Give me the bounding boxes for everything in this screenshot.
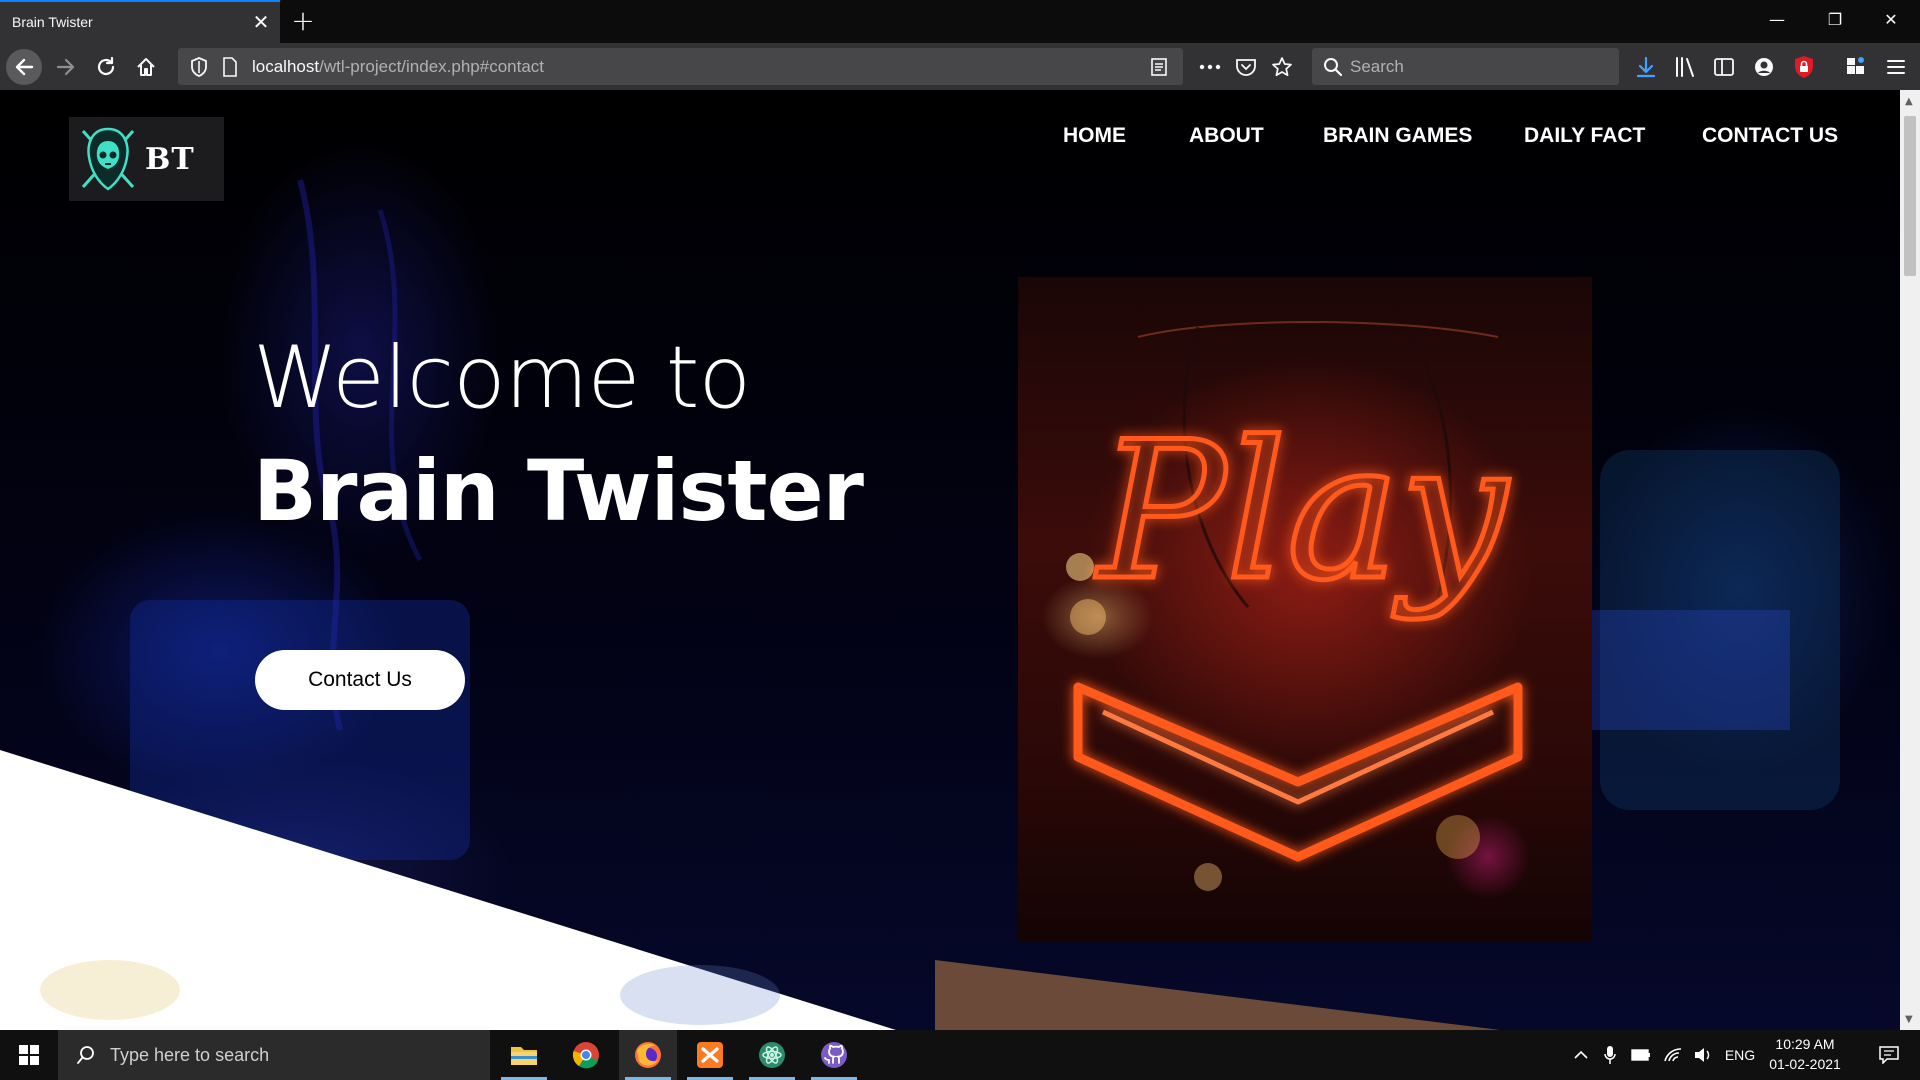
hero-heading-line1: Welcome to — [253, 328, 751, 428]
menu-item-daily-fact[interactable]: DAILY FACT — [1524, 124, 1645, 148]
pocket-icon[interactable] — [1232, 53, 1260, 81]
browser-window: Brain Twister ✕ + — ❐ ✕ localhost/wtl-pr… — [0, 0, 1920, 1080]
menu-item-contact-us[interactable]: CONTACT US — [1702, 124, 1838, 148]
shield-icon[interactable] — [190, 57, 208, 77]
arrow-left-icon — [15, 58, 34, 76]
tab-strip: Brain Twister ✕ + — ❐ ✕ — [0, 0, 1920, 43]
taskbar-xampp[interactable] — [681, 1030, 739, 1080]
neon-sign-art: Play — [1066, 321, 1523, 891]
url-text[interactable]: localhost/wtl-project/index.php#contact — [252, 57, 544, 77]
more-actions-icon[interactable] — [1196, 53, 1224, 81]
search-icon — [77, 1046, 94, 1064]
taskbar-clock[interactable]: 10:29 AM 01-02-2021 — [1762, 1034, 1848, 1074]
windows-taskbar: Type here to search ENG 10:29 AM 01-02-2… — [0, 1030, 1920, 1080]
scroll-thumb[interactable] — [1904, 116, 1916, 276]
hamburger-menu-icon[interactable] — [1882, 53, 1910, 81]
main-menu: HOME ABOUT BRAIN GAMES DAILY FACT CONTAC… — [0, 124, 1900, 154]
start-button[interactable] — [0, 1030, 58, 1080]
new-tab-button[interactable]: + — [288, 7, 318, 37]
windows-logo-icon — [19, 1045, 39, 1065]
url-path: /wtl-project/index.php#contact — [319, 57, 545, 76]
arrow-right-icon — [56, 58, 75, 76]
url-host: localhost — [252, 57, 320, 76]
search-placeholder: Search — [1350, 57, 1404, 76]
extensions-grid-icon[interactable] — [1842, 53, 1870, 81]
sign-text: Play — [1095, 401, 1510, 622]
home-icon — [137, 58, 155, 76]
scroll-up-icon[interactable]: ▲ — [1905, 96, 1913, 107]
scroll-down-icon[interactable]: ▼ — [1905, 1014, 1913, 1025]
wifi-icon[interactable] — [1660, 1030, 1686, 1080]
bookmark-star-icon[interactable] — [1268, 53, 1296, 81]
background-scene — [0, 179, 1840, 1030]
back-button[interactable] — [6, 49, 42, 85]
tab-brain-twister[interactable]: Brain Twister ✕ — [0, 0, 280, 43]
download-icon[interactable] — [1632, 53, 1660, 81]
close-icon[interactable]: ✕ — [250, 11, 272, 33]
taskbar-github-desktop[interactable] — [805, 1030, 863, 1080]
taskbar-search[interactable]: Type here to search — [58, 1030, 490, 1080]
sidebar-icon[interactable] — [1710, 53, 1738, 81]
tab-title: Brain Twister — [12, 14, 93, 30]
xampp-icon — [697, 1042, 723, 1068]
github-icon — [821, 1042, 847, 1068]
reload-icon — [97, 56, 115, 76]
firefox-icon — [635, 1042, 661, 1068]
menu-item-home[interactable]: HOME — [1063, 124, 1126, 148]
library-icon[interactable] — [1672, 53, 1700, 81]
taskbar-firefox[interactable] — [619, 1030, 677, 1080]
play-neon-image: Play — [1018, 277, 1592, 942]
page-scrollbar[interactable]: ▲ ▼ — [1900, 90, 1920, 1030]
show-hidden-icons-icon[interactable] — [1568, 1030, 1594, 1080]
search-icon — [1324, 58, 1343, 77]
chrome-icon — [572, 1042, 599, 1069]
language-indicator[interactable]: ENG — [1722, 1030, 1758, 1080]
home-button[interactable] — [128, 49, 164, 85]
page-icon[interactable] — [222, 57, 238, 77]
close-window-button[interactable]: ✕ — [1868, 0, 1914, 43]
minimize-button[interactable]: — — [1754, 0, 1800, 43]
extension-shield-icon[interactable] — [1790, 53, 1818, 81]
microphone-icon[interactable] — [1598, 1030, 1622, 1080]
clock-date: 01-02-2021 — [1769, 1056, 1841, 1072]
taskbar-file-explorer[interactable] — [495, 1030, 553, 1080]
navigation-toolbar: localhost/wtl-project/index.php#contact … — [0, 43, 1920, 90]
reload-button[interactable] — [88, 49, 124, 85]
battery-icon[interactable] — [1628, 1030, 1654, 1080]
search-bar[interactable]: Search — [1312, 48, 1619, 85]
menu-item-about[interactable]: ABOUT — [1189, 124, 1264, 148]
page-viewport: BT HOME ABOUT BRAIN GAMES DAILY FACT CON… — [0, 90, 1900, 1030]
restore-button[interactable]: ❐ — [1812, 0, 1858, 43]
atom-icon — [759, 1042, 785, 1068]
notifications-icon[interactable] — [1866, 1030, 1912, 1080]
account-icon[interactable] — [1750, 53, 1778, 81]
forward-button[interactable] — [48, 49, 84, 85]
taskbar-atom[interactable] — [743, 1030, 801, 1080]
folder-icon — [511, 1047, 537, 1065]
taskbar-chrome[interactable] — [557, 1030, 615, 1080]
hero-heading-line2: Brain Twister — [253, 442, 864, 540]
reader-view-icon[interactable] — [1150, 57, 1168, 77]
taskbar-search-placeholder: Type here to search — [110, 1045, 270, 1065]
volume-icon[interactable] — [1690, 1030, 1716, 1080]
contact-us-button[interactable]: Contact Us — [255, 650, 465, 710]
clock-time: 10:29 AM — [1775, 1036, 1835, 1052]
menu-item-brain-games[interactable]: BRAIN GAMES — [1323, 124, 1472, 148]
url-bar[interactable]: localhost/wtl-project/index.php#contact — [178, 48, 1183, 85]
